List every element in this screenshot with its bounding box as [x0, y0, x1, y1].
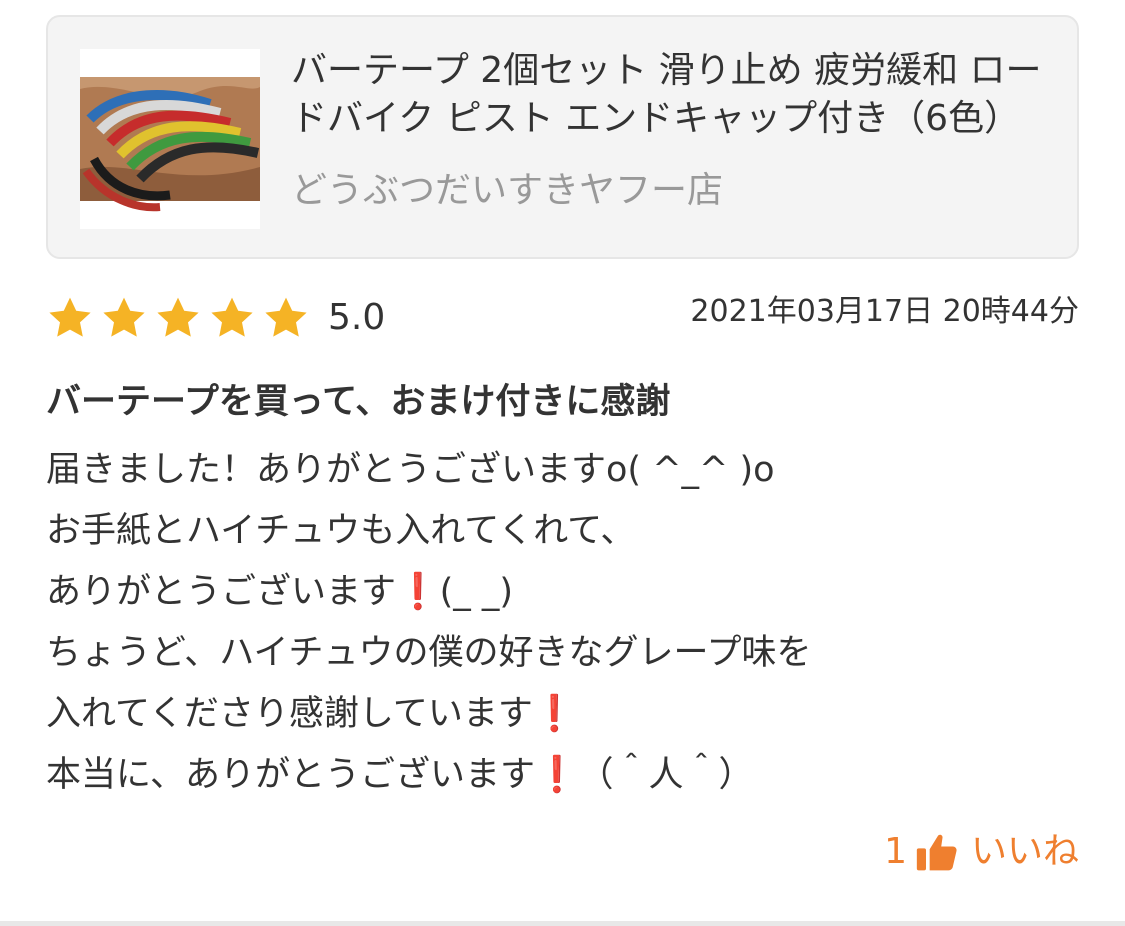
rating-value: 5.0 — [328, 297, 386, 338]
divider — [0, 921, 1125, 926]
review-line: お手紙とハイチュウも入れてくれて、 — [46, 511, 636, 551]
bar-tape-product-photo — [80, 49, 260, 229]
product-thumbnail[interactable] — [80, 49, 260, 229]
like-button[interactable]: 1 いいね — [884, 826, 1079, 878]
review-date: 2021年03月17日 20時44分 — [690, 294, 1079, 329]
star-icon — [49, 297, 91, 337]
shop-name[interactable]: どうぶつだいすきヤフー店 — [291, 167, 723, 215]
review-line: 届きました！ありがとうございますo( ^_^ )o — [46, 450, 775, 490]
review-line: 入れてくださり感謝しています❗️ — [46, 694, 577, 734]
like-count: 1 — [884, 831, 907, 872]
rating-stars: 5.0 — [46, 292, 385, 344]
star-icon — [103, 297, 145, 337]
product-title[interactable]: バーテープ 2個セット 滑り止め 疲労緩和 ロードバイク ピスト エンドキャップ… — [291, 47, 1051, 143]
star-icon — [157, 297, 199, 337]
review-body: 届きました！ありがとうございますo( ^_^ )o お手紙とハイチュウも入れてく… — [46, 440, 1086, 806]
product-card[interactable]: バーテープ 2個セット 滑り止め 疲労緩和 ロードバイク ピスト エンドキャップ… — [46, 15, 1079, 259]
thumbs-up-icon — [916, 834, 957, 871]
review-title: バーテープを買って、おまけ付きに感謝 — [46, 382, 671, 422]
star-icon — [265, 297, 307, 337]
star-icon — [211, 297, 253, 337]
like-label: いいね — [970, 831, 1079, 872]
review-line: ちょうど、ハイチュウの僕の好きなグレープ味を — [46, 633, 812, 673]
review-line: 本当に、ありがとうございます❗️（＾人＾） — [46, 755, 754, 795]
review-line: ありがとうございます❗️(_ _) — [46, 572, 514, 612]
